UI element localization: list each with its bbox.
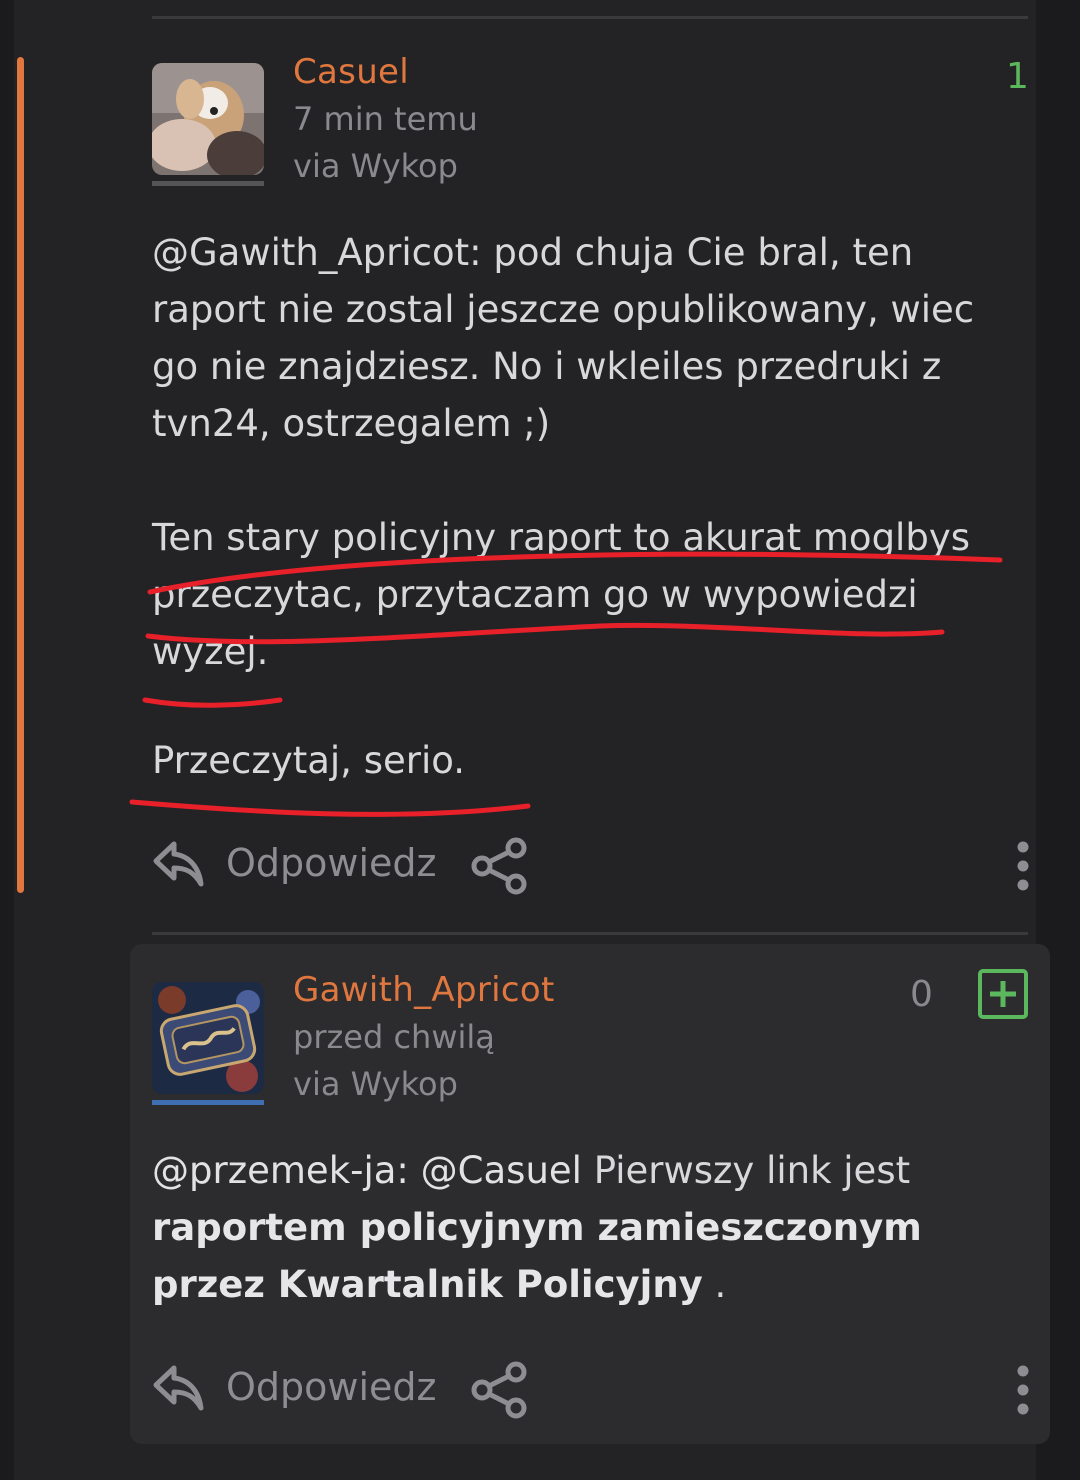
upvote-button[interactable] (978, 969, 1028, 1019)
comment-paragraph: Ten stary policyjny raport to akurat mog… (152, 516, 970, 673)
more-button[interactable] (1008, 840, 1038, 896)
more-vertical-icon (1017, 841, 1029, 891)
avatar-photo (152, 63, 264, 175)
divider (152, 932, 1028, 935)
comment-actions: Odpowiedz (152, 836, 1032, 896)
avatar-underline (152, 181, 264, 186)
reply-arrow-icon (153, 841, 204, 887)
comment-actions: Odpowiedz (152, 1360, 1032, 1420)
comment-paragraph: @Gawith_Apricot: pod chuja Cie bral, ten… (152, 231, 975, 445)
via-source: via Wykop (293, 1065, 458, 1103)
reply-label: Odpowiedz (226, 1365, 437, 1409)
username[interactable]: Gawith_Apricot (293, 970, 555, 1010)
timestamp: przed chwilą (293, 1018, 495, 1056)
more-button[interactable] (1008, 1364, 1038, 1420)
comment-body: @przemek-ja: @Casuel Pierwszy link jest … (152, 1142, 1002, 1313)
reply-arrow-icon (153, 1365, 204, 1411)
share-icon (471, 1361, 527, 1419)
avatar[interactable] (152, 63, 264, 175)
avatar-image (152, 982, 264, 1094)
avatar-underline (152, 1100, 264, 1105)
via-source: via Wykop (293, 147, 458, 185)
comment-body: @Gawith_Apricot: pod chuja Cie bral, ten… (152, 224, 1012, 789)
vote-count: 1 (1006, 56, 1029, 97)
mention-link[interactable]: @Casuel (421, 1149, 582, 1192)
more-vertical-icon (1017, 1365, 1029, 1415)
timestamp: 7 min temu (293, 100, 478, 138)
comment-text-end: . (702, 1263, 727, 1306)
plus-square-icon (990, 981, 1016, 1007)
vote-count: 0 (910, 974, 933, 1015)
comment-paragraph: Przeczytaj, serio. (152, 739, 465, 782)
mention-link[interactable]: @przemek-ja: (152, 1149, 409, 1192)
comment-text: Pierwszy link jest (593, 1149, 911, 1192)
comment-thread: Casuel 7 min temu via Wykop 1 @Gawith_Ap… (0, 0, 1080, 1480)
share-button[interactable] (470, 836, 530, 900)
username[interactable]: Casuel (293, 52, 409, 92)
reply-button[interactable]: Odpowiedz (152, 836, 436, 890)
highlight-bar (17, 57, 24, 893)
reply-button[interactable]: Odpowiedz (152, 1360, 436, 1414)
comment-bold-text: raportem policyjnym zamieszczonym przez … (152, 1206, 922, 1306)
share-button[interactable] (470, 1360, 530, 1424)
reply-label: Odpowiedz (226, 841, 437, 885)
share-icon (471, 837, 527, 895)
divider (152, 16, 1028, 19)
avatar[interactable] (152, 982, 264, 1094)
